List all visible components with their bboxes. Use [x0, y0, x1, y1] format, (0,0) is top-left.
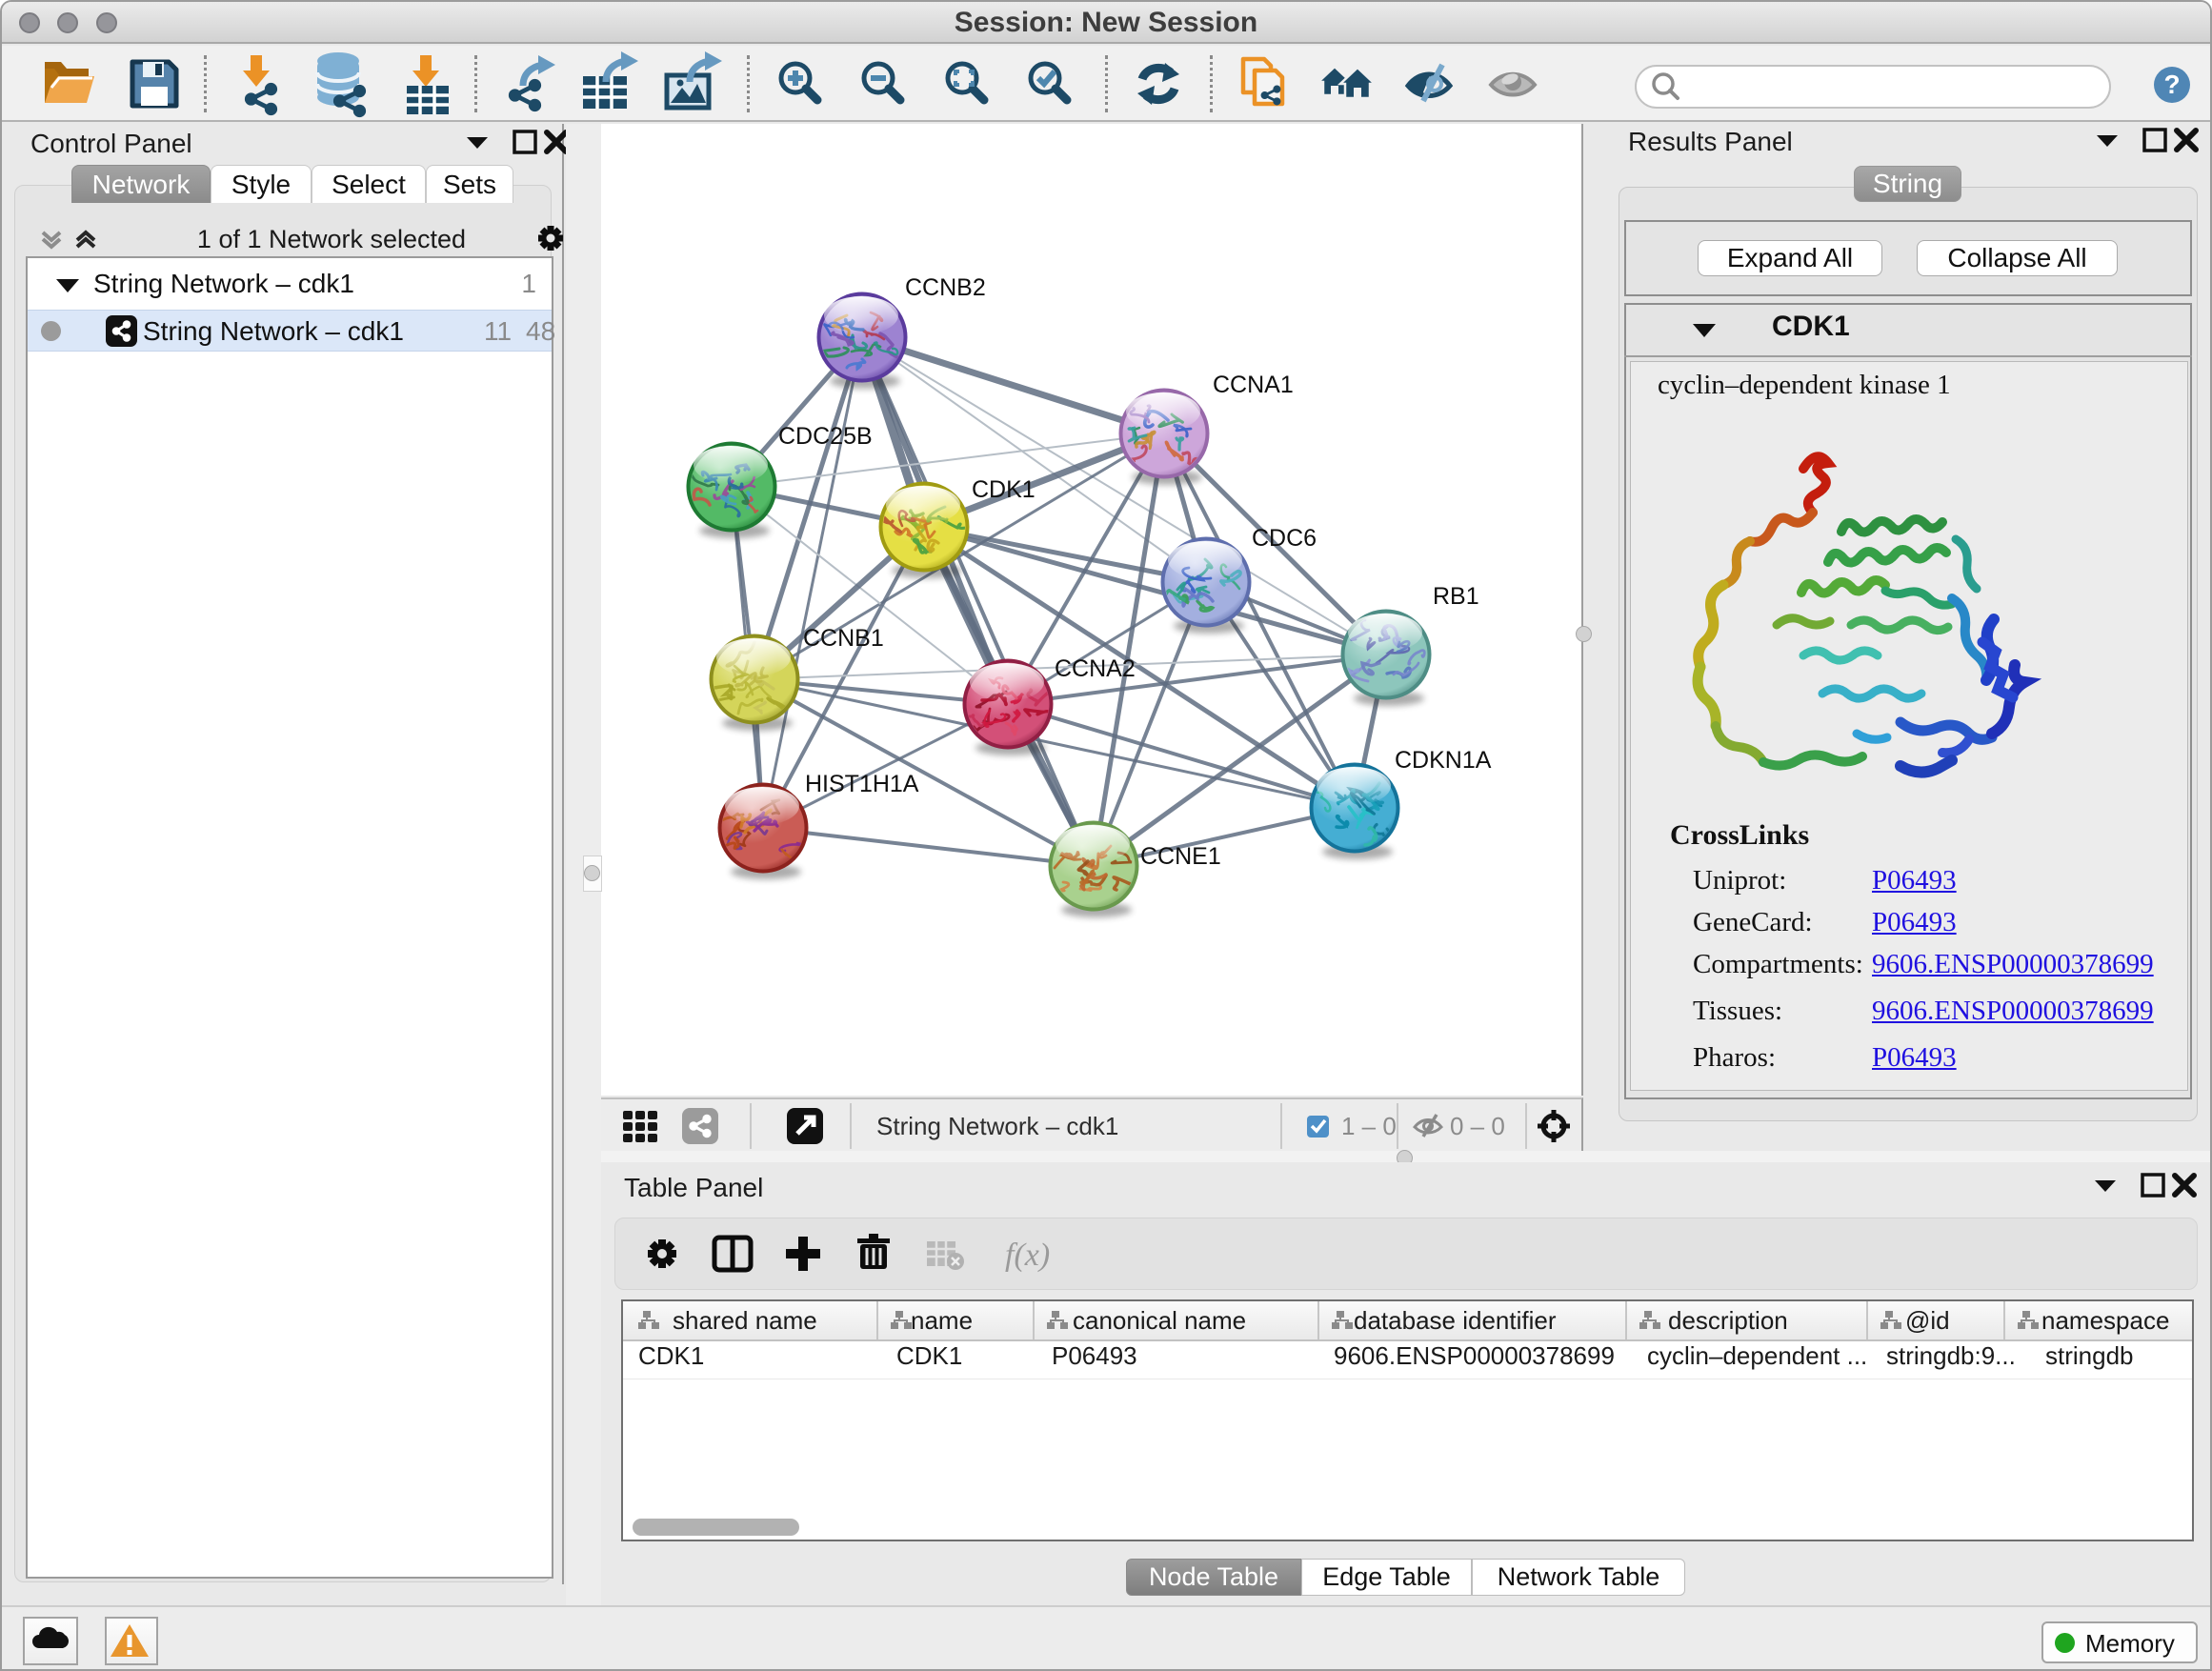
svg-text:CCNA1: CCNA1 [1213, 372, 1294, 398]
svg-text:f(x): f(x) [1005, 1238, 1050, 1273]
svg-text:String Network – cdk1: String Network – cdk1 [876, 1112, 1118, 1140]
svg-text:HIST1H1A: HIST1H1A [805, 771, 919, 797]
svg-text:CCNB2: CCNB2 [905, 274, 986, 301]
svg-text:CDC6: CDC6 [1252, 525, 1317, 552]
svg-text:0 – 0: 0 – 0 [1450, 1112, 1505, 1140]
svg-text:CDC25B: CDC25B [778, 423, 873, 450]
svg-text:CCNE1: CCNE1 [1140, 843, 1221, 870]
svg-text:RB1: RB1 [1433, 583, 1479, 610]
svg-text:CDK1: CDK1 [972, 476, 1036, 503]
svg-text:1 – 0: 1 – 0 [1341, 1112, 1397, 1140]
svg-text:CCNA2: CCNA2 [1055, 655, 1136, 682]
svg-text:CDKN1A: CDKN1A [1395, 747, 1492, 774]
svg-text:CCNB1: CCNB1 [803, 625, 884, 652]
